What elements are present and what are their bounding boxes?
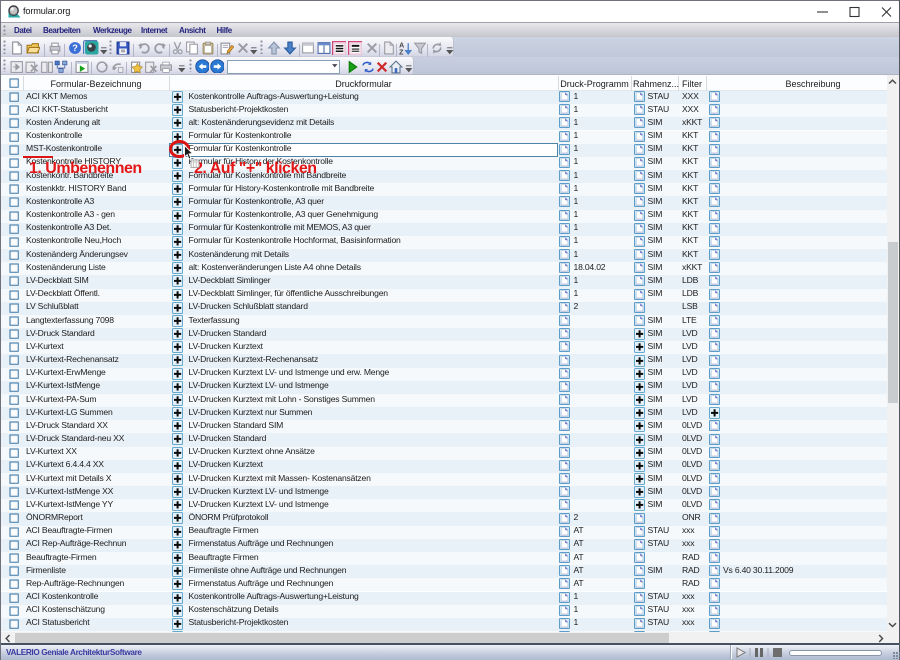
svg-text:Z: Z xyxy=(399,49,404,55)
svg-text:A: A xyxy=(399,42,404,49)
svg-text:?: ? xyxy=(72,43,78,53)
